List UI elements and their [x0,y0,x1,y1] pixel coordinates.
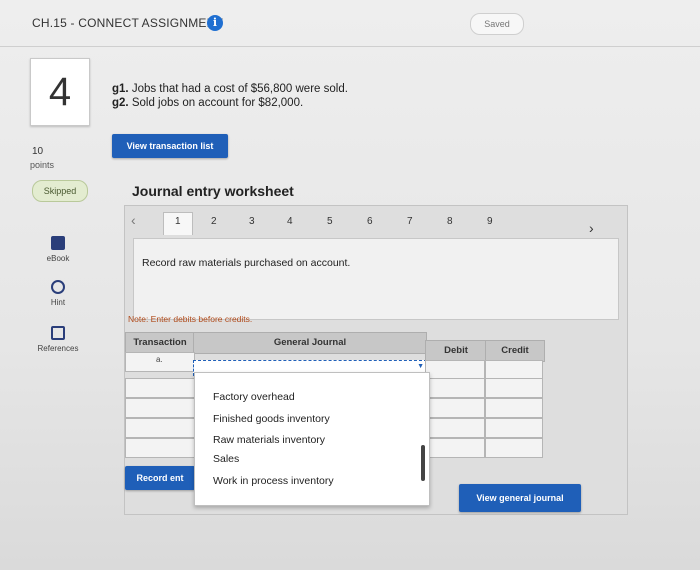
prev-tab-icon[interactable]: ‹ [131,212,136,228]
debit-input[interactable] [425,438,485,458]
points-label: points [30,160,55,170]
view-transaction-list-button[interactable]: View transaction list [112,134,228,158]
debit-input[interactable] [425,378,485,398]
hint-link[interactable]: Hint [28,280,88,307]
line1-text: Jobs that had a cost of $56,800 were sol… [128,83,348,95]
document-icon [51,326,65,340]
dropdown-option[interactable]: Factory overhead [213,391,295,403]
dropdown-option[interactable]: Sales [213,453,239,465]
transaction-cell [125,378,195,398]
assignment-page: CH.15 - CONNECT ASSIGNMENT i Saved 4 10 … [0,0,700,570]
line1-tag: g1. [112,83,129,95]
view-general-journal-button[interactable]: View general journal [459,484,581,512]
credit-input[interactable] [485,398,543,418]
debit-input[interactable] [425,418,485,438]
general-journal-header: General Journal [193,332,427,354]
line2-text: Sold jobs on account for $82,000. [128,97,304,109]
transaction-cell [125,398,195,418]
tab-6[interactable]: 6 [367,216,373,227]
lifebuoy-icon [51,280,65,294]
tab-8[interactable]: 8 [447,216,453,227]
hint-label: Hint [50,298,66,307]
top-bar: CH.15 - CONNECT ASSIGNMENT i Saved [0,0,700,47]
credit-input[interactable] [485,418,543,438]
skipped-badge: Skipped [32,180,88,202]
tab-4[interactable]: 4 [287,216,293,227]
tab-3[interactable]: 3 [249,216,255,227]
transaction-description-box: Record raw materials purchased on accoun… [133,238,619,320]
credit-header: Credit [485,340,545,362]
account-dropdown-menu: Factory overhead Finished goods inventor… [194,372,430,506]
question-number: 4 [30,58,90,126]
credit-input[interactable] [485,438,543,458]
transaction-description: Record raw materials purchased on accoun… [142,257,351,269]
references-label: References [37,344,79,353]
ebook-link[interactable]: eBook [28,236,88,263]
transaction-cell: a. [125,352,195,372]
credit-input[interactable] [485,360,543,380]
ebook-label: eBook [46,254,70,263]
dropdown-option[interactable]: Finished goods inventory [213,413,330,425]
assignment-title: CH.15 - CONNECT ASSIGNMENT [32,16,224,30]
tab-9[interactable]: 9 [487,216,493,227]
debit-header: Debit [425,340,487,362]
record-entry-button[interactable]: Record ent [125,466,195,490]
references-link[interactable]: References [24,326,92,353]
info-icon[interactable]: i [207,15,223,31]
debit-input[interactable] [425,360,485,380]
dropdown-arrow-icon[interactable]: ▼ [417,363,424,370]
credit-input[interactable] [485,378,543,398]
tab-7[interactable]: 7 [407,216,413,227]
transaction-cell [125,438,195,458]
tab-1[interactable]: 1 [175,216,181,227]
entry-note: Note: Enter debits before credits. [128,314,253,324]
transaction-header: Transaction [125,332,195,354]
next-tab-icon[interactable]: › [589,220,594,236]
debit-input[interactable] [425,398,485,418]
book-icon [51,236,65,250]
dropdown-option[interactable]: Raw materials inventory [213,434,325,446]
transaction-cell [125,418,195,438]
points-value: 10 [32,146,44,157]
tab-5[interactable]: 5 [327,216,333,227]
worksheet-tabs: ‹ 1 2 3 4 5 6 7 8 9 › [125,206,627,242]
line2-tag: g2. [112,97,129,109]
tab-2[interactable]: 2 [211,216,217,227]
dropdown-scrollbar[interactable] [421,445,425,481]
dropdown-option[interactable]: Work in process inventory [213,475,334,487]
question-text: g1. Jobs that had a cost of $56,800 were… [112,82,348,110]
saved-status: Saved [470,13,524,35]
worksheet-title: Journal entry worksheet [132,183,294,199]
